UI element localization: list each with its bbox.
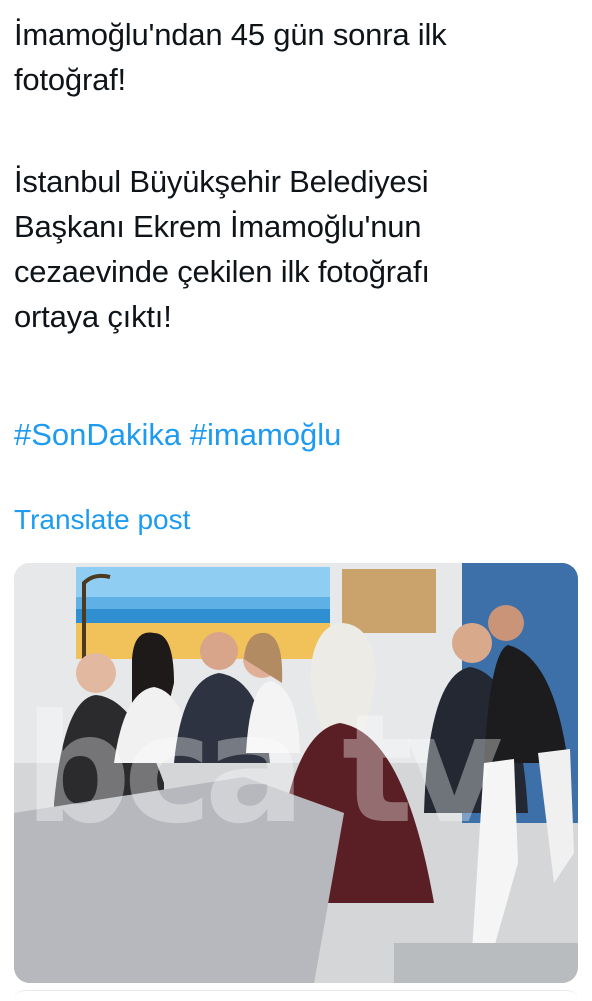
post-text-line: Başkanı Ekrem İmamoğlu'nun [14,209,422,244]
post-text: İmamoğlu'ndan 45 gün sonra ilk fotoğraf!… [14,12,574,339]
post-headline: İmamoğlu'ndan 45 gün sonra ilk fotoğraf! [14,12,574,102]
post-text-line: cezaevinde çekilen ilk fotoğrafı [14,254,430,289]
post-text-line: fotoğraf! [14,62,126,97]
photo-illustration [14,563,578,983]
post-body: İstanbul Büyükşehir Belediyesi Başkanı E… [14,159,574,339]
translate-post-link[interactable]: Translate post [14,500,190,540]
hashtag-imamoglu[interactable]: #imamoğlu [190,417,342,452]
post-text-line: İstanbul Büyükşehir Belediyesi [14,164,429,199]
post-photo[interactable]: bca tv [14,563,578,983]
post-text-line: İmamoğlu'ndan 45 gün sonra ilk [14,17,447,52]
next-card-edge [14,990,578,1001]
post-text-line: ortaya çıktı! [14,299,172,334]
hashtag-sondakika[interactable]: #SonDakika [14,417,181,452]
post: İmamoğlu'ndan 45 gün sonra ilk fotoğraf!… [0,0,592,1000]
hashtags: #SonDakika #imamoğlu [14,412,341,457]
